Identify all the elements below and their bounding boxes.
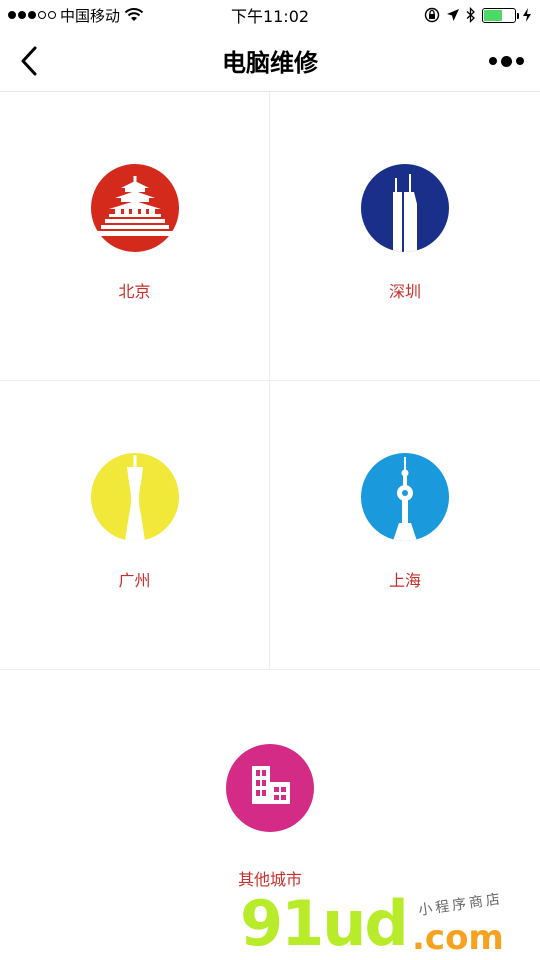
more-dot-icon: [488, 57, 497, 65]
bluetooth-icon: [466, 7, 475, 23]
watermark-tagline: 小程序商店: [417, 891, 504, 919]
battery-icon: [482, 7, 519, 23]
city-tile-guangzhou[interactable]: 广州: [0, 381, 270, 670]
watermark-logo: 91ud: [240, 887, 409, 960]
signal-strength-icon: [8, 11, 56, 19]
oriental-pearl-tower-icon: [361, 453, 449, 541]
canton-tower-icon: [90, 453, 179, 541]
carrier-name: 中国移动: [60, 6, 121, 25]
watermark-domain: .com: [412, 918, 504, 958]
location-arrow-icon: [447, 9, 459, 21]
temple-of-heaven-icon: [90, 164, 179, 252]
page-title: 电脑维修: [222, 49, 318, 77]
more-options-button[interactable]: [484, 44, 528, 78]
more-dot-icon: [500, 55, 512, 67]
chevron-left-icon: [21, 46, 37, 76]
city-label: 深圳: [388, 282, 421, 301]
charging-bolt-icon: [523, 8, 531, 22]
city-tile-shanghai[interactable]: 上海: [270, 381, 540, 670]
wifi-icon: [124, 8, 144, 21]
city-tile-beijing[interactable]: 北京: [0, 92, 270, 381]
city-label: 上海: [388, 571, 421, 590]
status-right: [424, 7, 532, 23]
buildings-icon: [226, 744, 314, 832]
status-bar: 中国移动 下午11:02: [0, 0, 540, 30]
more-dot-icon: [515, 57, 524, 65]
city-label: 广州: [118, 571, 151, 590]
skyscraper-icon: [361, 164, 449, 252]
city-label: 北京: [118, 282, 151, 301]
back-button[interactable]: [10, 42, 48, 80]
status-left: 中国移动: [8, 5, 144, 26]
nav-bar: 电脑维修: [0, 30, 540, 92]
watermark: 91ud .com 小程序商店: [240, 888, 540, 960]
city-tile-shenzhen[interactable]: 深圳: [270, 92, 540, 381]
orientation-lock-icon: [424, 7, 440, 23]
